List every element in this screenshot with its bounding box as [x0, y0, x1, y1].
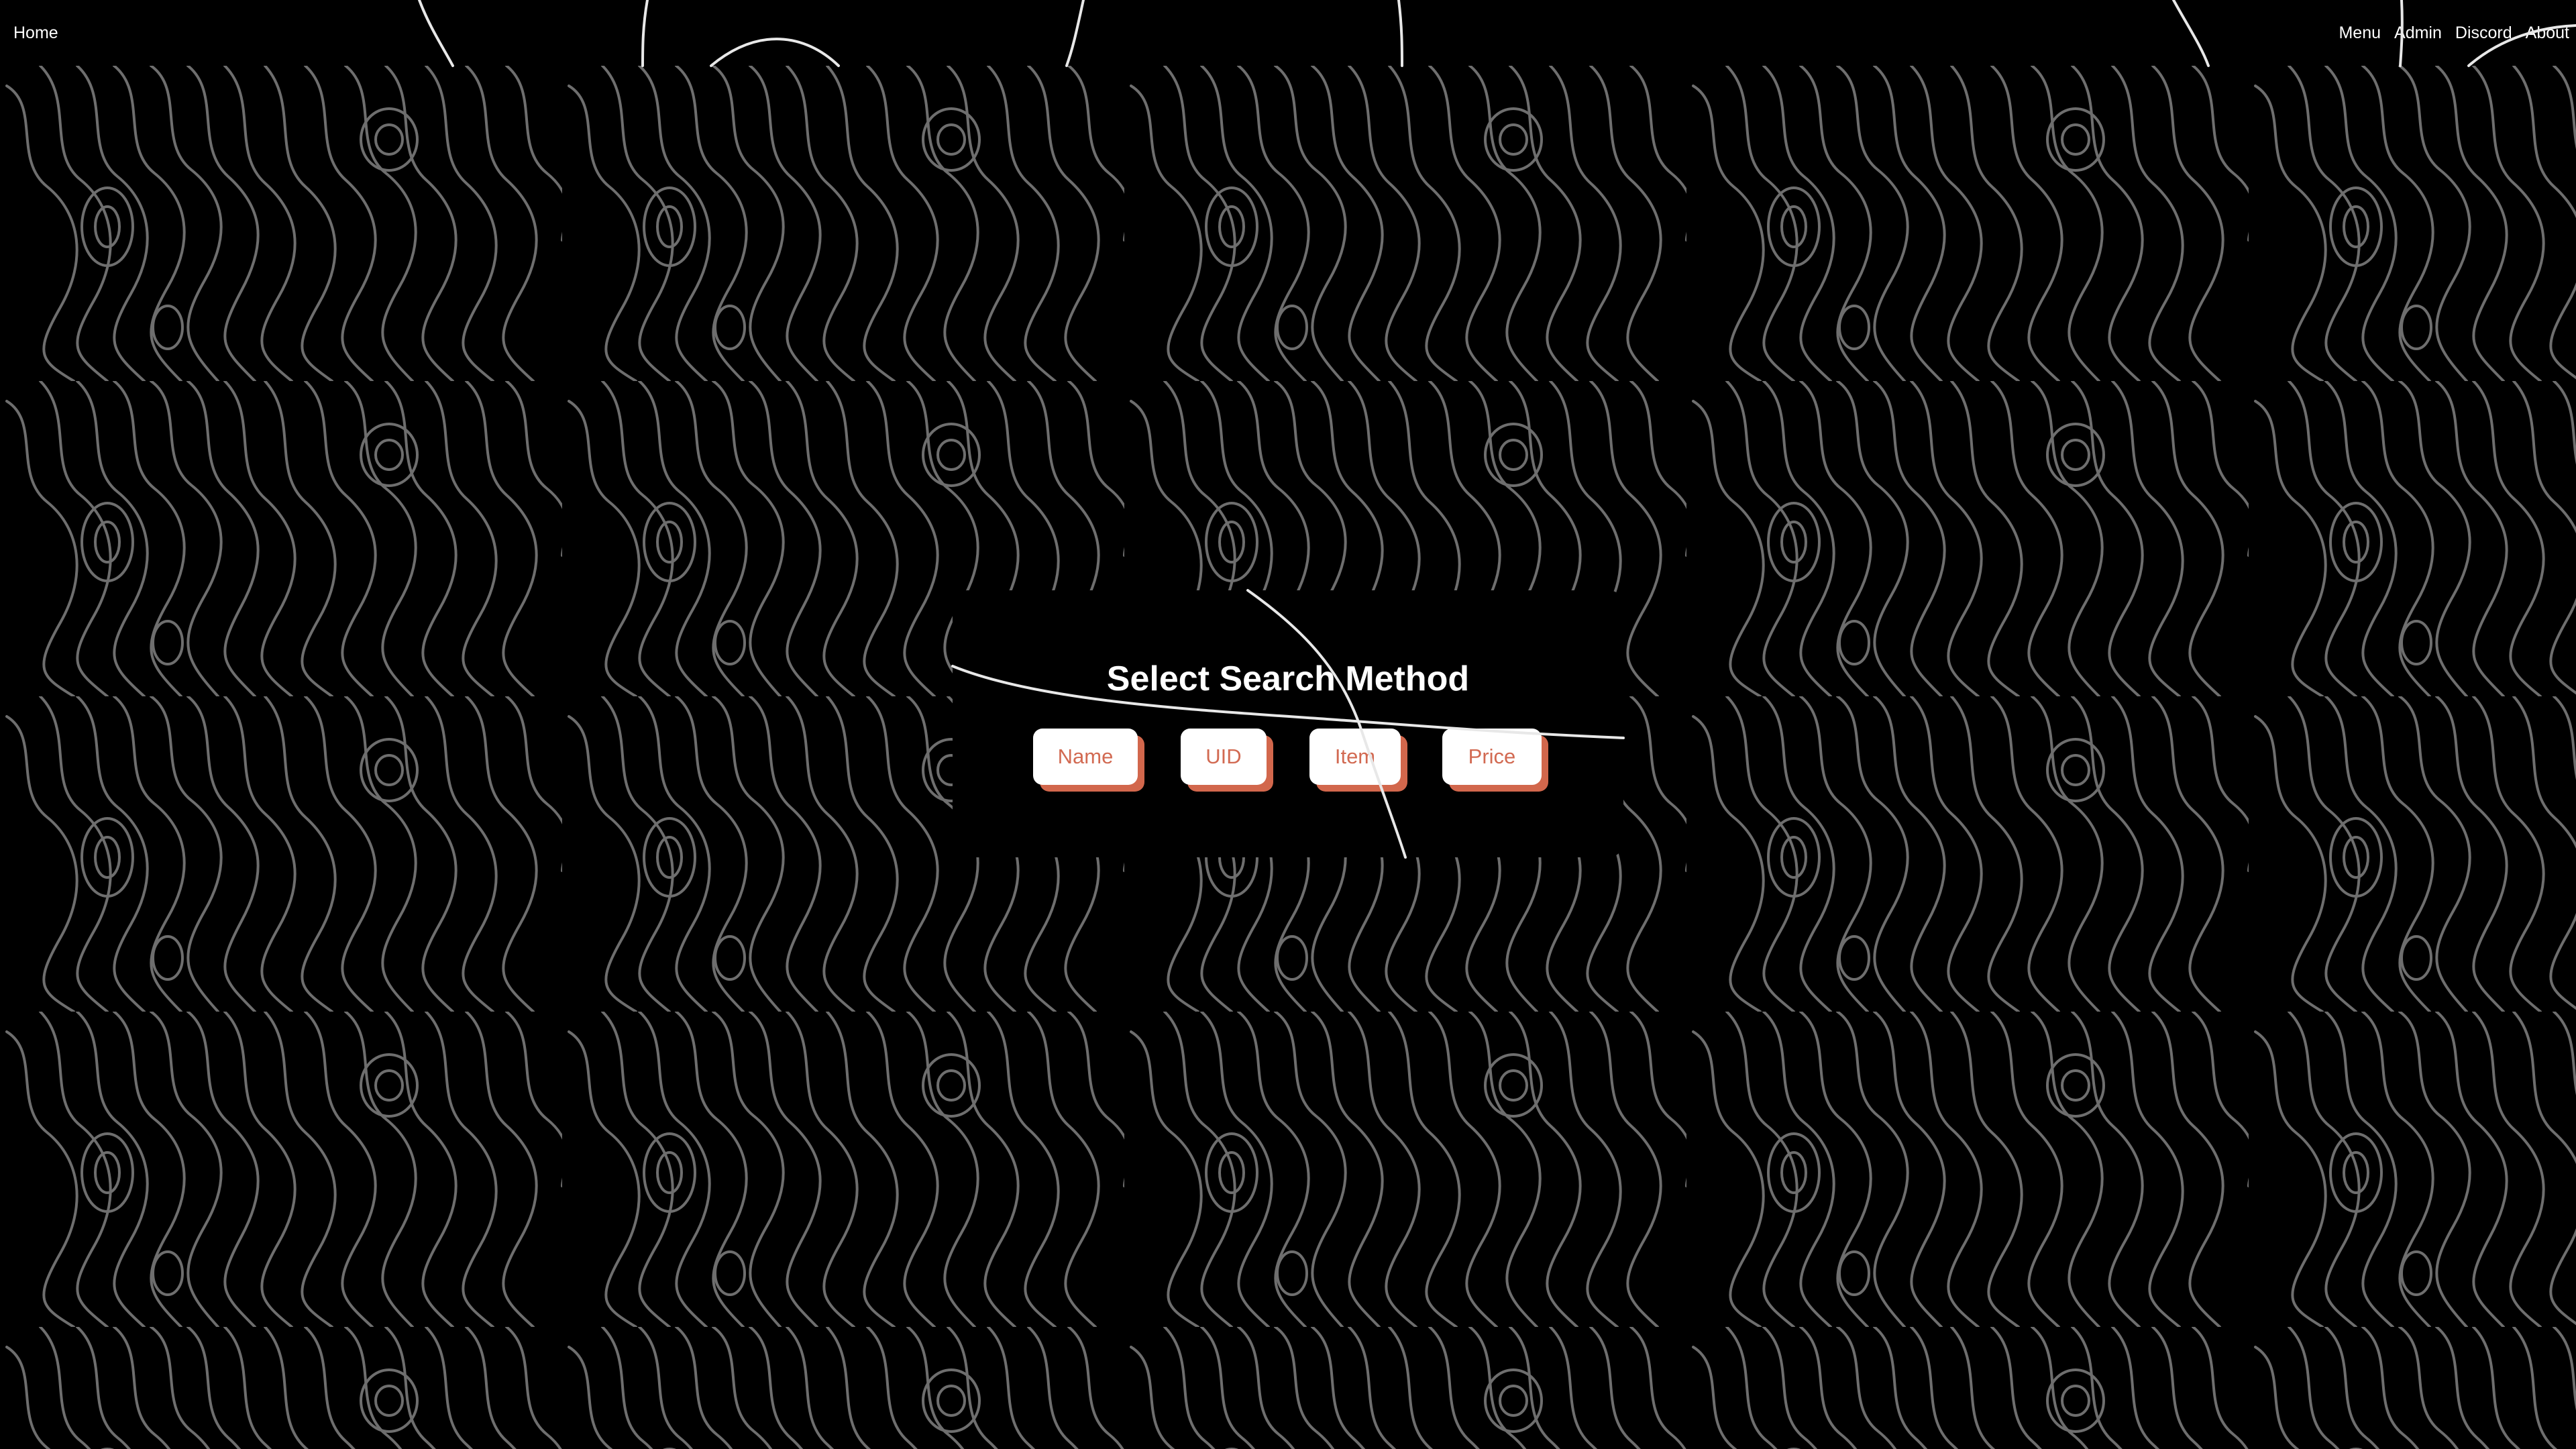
- nav-about-link[interactable]: About: [2526, 22, 2569, 44]
- nav-menu-link[interactable]: Menu: [2339, 22, 2381, 44]
- search-method-buttons: Name UID Item Price: [953, 729, 1623, 802]
- search-method-panel: Select Search Method Name UID Item Price: [953, 590, 1623, 857]
- nav-admin-link[interactable]: Admin: [2394, 22, 2442, 44]
- nav-right-group: Menu Admin Discord About: [2339, 22, 2569, 44]
- search-by-name-button[interactable]: Name: [1033, 729, 1138, 785]
- search-method-title: Select Search Method: [1106, 659, 1470, 698]
- search-by-item-button[interactable]: Item: [1309, 729, 1401, 785]
- nav-home-link[interactable]: Home: [13, 22, 58, 44]
- search-by-uid-button[interactable]: UID: [1181, 729, 1267, 785]
- search-by-price-button[interactable]: Price: [1442, 729, 1542, 785]
- page: Home Menu Admin Discord About Select Sea…: [0, 0, 2576, 1449]
- nav-discord-link[interactable]: Discord: [2455, 22, 2512, 44]
- top-nav-bar: Home Menu Admin Discord About: [0, 0, 2576, 66]
